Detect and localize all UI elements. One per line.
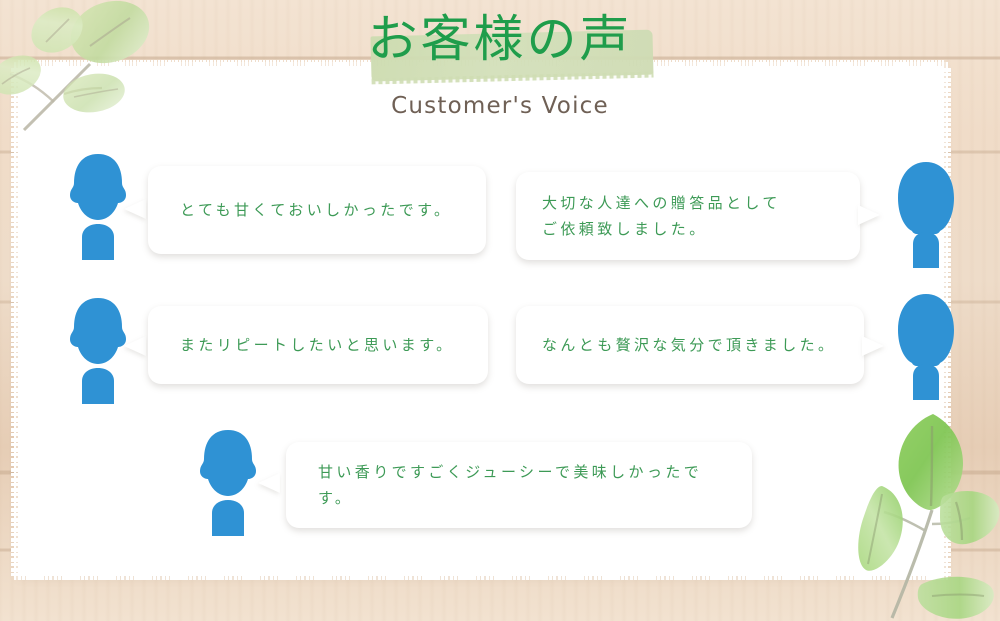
testimonial-text: またリピートしたいと思います。 xyxy=(180,336,455,354)
person-male-icon xyxy=(192,428,264,536)
person-female-icon xyxy=(890,160,962,268)
slide-canvas: お客様の声 Customer's Voice とても甘くておいしかったです。 大… xyxy=(0,0,1000,621)
testimonial-text: 甘い香りですごくジューシーで美味しかったです。 xyxy=(318,463,703,507)
testimonial-bubble[interactable]: なんとも贅沢な気分で頂きました。 xyxy=(516,306,864,384)
bubble-tail xyxy=(124,336,146,356)
bubble-tail xyxy=(862,336,884,356)
page-subtitle: Customer's Voice xyxy=(391,93,609,119)
testimonial-bubble[interactable]: とても甘くておいしかったです。 xyxy=(148,166,486,254)
page-title-area: お客様の声 xyxy=(0,6,1000,82)
testimonial-bubble[interactable]: またリピートしたいと思います。 xyxy=(148,306,488,384)
testimonial-text: とても甘くておいしかったです。 xyxy=(180,201,453,219)
testimonial-text: 大切な人達への贈答品として ご依頼致しました。 xyxy=(542,194,781,238)
testimonial-text: なんとも贅沢な気分で頂きました。 xyxy=(542,336,837,354)
testimonial-bubble[interactable]: 大切な人達への贈答品として ご依頼致しました。 xyxy=(516,172,860,260)
bubble-tail xyxy=(858,205,880,225)
person-female-icon xyxy=(890,292,962,400)
bubble-tail xyxy=(124,199,146,219)
bubble-tail xyxy=(258,473,280,493)
testimonial-bubble[interactable]: 甘い香りですごくジューシーで美味しかったです。 xyxy=(286,442,752,528)
page-title: お客様の声 xyxy=(367,10,633,68)
